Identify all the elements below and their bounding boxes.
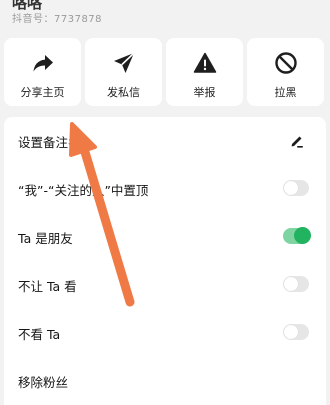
edit-icon[interactable] (288, 132, 306, 150)
set-remark-label: 设置备注名 (18, 135, 81, 150)
pin-following-label: “我”-“关注的人”中置顶 (18, 183, 149, 198)
block-label: 拉黑 (274, 86, 297, 99)
toggle-knob (284, 181, 298, 195)
share-profile-button[interactable]: 分享主页 (4, 38, 81, 106)
is-friend-row: Ta 是朋友 (4, 213, 326, 261)
remove-fan-row[interactable]: 移除粉丝 (4, 357, 326, 405)
hide-from-label: 不让 Ta 看 (18, 279, 77, 294)
hide-from-toggle[interactable] (283, 276, 309, 292)
profile-id: 抖音号：7737878 (12, 14, 103, 25)
toggle-knob (294, 227, 311, 244)
not-see-toggle[interactable] (283, 324, 309, 340)
pin-following-toggle[interactable] (283, 180, 309, 196)
set-remark-row[interactable]: 设置备注名 (4, 117, 326, 165)
send-message-button[interactable]: 发私信 (85, 38, 162, 106)
toggle-knob (284, 325, 298, 339)
pin-following-row: “我”-“关注的人”中置顶 (4, 165, 326, 213)
is-friend-label: Ta 是朋友 (18, 231, 73, 246)
not-see-label: 不看 Ta (18, 327, 61, 342)
share-profile-label: 分享主页 (20, 86, 65, 99)
remove-fan-label: 移除粉丝 (18, 375, 69, 390)
user-settings-page: 咯咯 抖音号：7737878 分享主页 发私信 举报 拉黑 设置备注名 “我”-… (0, 0, 330, 405)
toggle-knob (284, 277, 298, 291)
share-icon (33, 55, 53, 72)
profile-header: 咯咯 抖音号：7737878 (0, 0, 330, 30)
not-see-row: 不看 Ta (4, 309, 326, 357)
settings-list: 设置备注名 “我”-“关注的人”中置顶 Ta 是朋友 不让 Ta 看 不看 Ta… (4, 117, 326, 405)
send-icon (113, 52, 135, 73)
block-button[interactable]: 拉黑 (247, 38, 324, 106)
action-bar: 分享主页 发私信 举报 拉黑 (4, 38, 326, 106)
is-friend-toggle[interactable] (283, 227, 311, 244)
warning-icon (193, 52, 216, 73)
block-icon (274, 52, 297, 74)
hide-from-row: 不让 Ta 看 (4, 261, 326, 309)
report-label: 举报 (193, 86, 216, 99)
report-button[interactable]: 举报 (166, 38, 243, 106)
send-message-label: 发私信 (107, 86, 140, 99)
